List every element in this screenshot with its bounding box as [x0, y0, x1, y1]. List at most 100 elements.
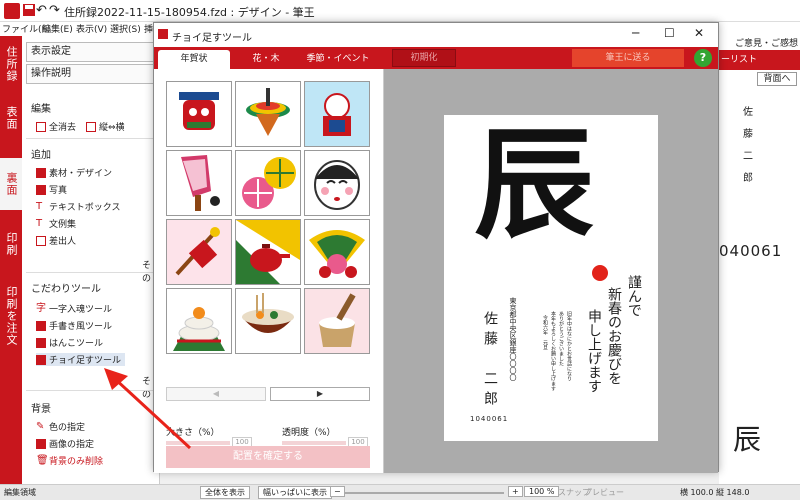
tool-one-char[interactable]: 字一字入魂ツール	[36, 302, 112, 315]
tab-order-print[interactable]: 印刷を注文	[0, 286, 22, 346]
preview-toggle[interactable]: プレビュー	[584, 487, 624, 498]
menu-view[interactable]: 表示(V)	[76, 22, 107, 35]
card-message-4: 令和六年 元旦	[542, 315, 548, 350]
choi-tasu-icon	[36, 354, 46, 365]
window-title: 住所録2022-11-15-180954.fzd : デザイン - 筆王	[64, 6, 315, 19]
paper-size: 横 100.0 縦 148.0	[680, 488, 750, 497]
reset-button[interactable]: 初期化	[392, 49, 456, 67]
tool-handwriting[interactable]: 手書き風ツール	[36, 319, 112, 332]
preview-postal: 040061	[719, 242, 783, 260]
card-message-2: ありがとうございました	[558, 311, 564, 366]
one-char-icon: 字	[36, 302, 46, 314]
fit-width-button[interactable]: 幅いっぱいに表示	[258, 486, 332, 499]
right-panel: ご意見・ご感想 ーリスト 背面へ 佐藤二郎 040061 辰	[719, 36, 800, 488]
add-item-sender[interactable]: 差出人	[36, 234, 76, 247]
edit-heading: 編集	[31, 104, 51, 115]
operation-guide-button[interactable]: 操作説明	[26, 64, 156, 84]
close-icon[interactable]: ✕	[694, 26, 704, 40]
opacity-label: 透明度（%）	[282, 428, 336, 438]
postcard-preview: 辰 謹んで 新春のお慶びを 申し上げます 旧年中はなにかとお世話になり ありがと…	[444, 115, 658, 441]
vertical-horizontal-item[interactable]: 縦⇔横	[86, 120, 125, 133]
tile-okame-mask[interactable]	[304, 150, 370, 216]
status-area-label: 編集領域	[4, 488, 36, 497]
maximize-icon[interactable]: ☐	[664, 26, 675, 40]
card-greeting-2: 新春のお慶びを	[606, 287, 622, 385]
display-settings-button[interactable]: 表示設定	[26, 42, 156, 62]
divider	[26, 138, 156, 139]
bg-image-item[interactable]: 画像の指定	[36, 437, 94, 450]
tile-teapot[interactable]	[235, 219, 301, 285]
add-item-textbox[interactable]: T テキストボックス	[36, 200, 120, 213]
dialog-title-bar: チョイ足すツール ─ ☐ ✕	[154, 23, 718, 47]
status-bar: 編集領域 全体を表示 幅いっぱいに表示 − + 100 % スナップ プレビュー…	[0, 484, 800, 500]
special-tools-heading: こだわりツール	[31, 284, 101, 295]
tab-seasons-events[interactable]: 季節・イベント	[302, 50, 374, 69]
background-heading: 背景	[31, 404, 51, 415]
card-big-character: 辰	[474, 114, 594, 255]
card-address: 東京都中央区銀座〇〇〇〇	[509, 297, 517, 381]
brush-icon: ✎	[36, 420, 45, 432]
redo-icon[interactable]: ↷	[49, 3, 65, 19]
dialog-toolbar: 年賀状 花・木 季節・イベント 初期化 筆王に送る ?	[154, 47, 718, 69]
help-button[interactable]: ?	[694, 49, 712, 67]
tile-koma[interactable]	[235, 81, 301, 147]
app-icon	[4, 3, 20, 19]
card-message-3: 本年もよろしくお願い申し上げます	[550, 311, 556, 391]
tab-address-book[interactable]: 住所録	[0, 40, 22, 88]
tile-shishimai[interactable]	[166, 81, 232, 147]
tile-fan-flowers[interactable]	[304, 219, 370, 285]
send-to-fudeo-button[interactable]: 筆王に送る	[572, 49, 684, 67]
add-heading: 追加	[31, 150, 51, 161]
zoom-slider[interactable]	[344, 492, 504, 494]
add-item-photo[interactable]: 写真	[36, 183, 67, 196]
zoom-out-button[interactable]: −	[330, 486, 345, 497]
dialog-title: チョイ足すツール	[172, 33, 252, 44]
zoom-in-button[interactable]: +	[508, 486, 523, 497]
opacity-slider[interactable]	[282, 441, 346, 445]
add-item-material[interactable]: 素材・デザイン	[36, 166, 112, 179]
zoom-value[interactable]: 100 %	[524, 486, 560, 497]
tile-temari[interactable]	[235, 150, 301, 216]
send-back-button[interactable]: 背面へ	[757, 72, 797, 86]
tab-back[interactable]: 裏面	[0, 158, 22, 210]
title-bar: ↶ ↷ 住所録2022-11-15-180954.fzd : デザイン - 筆王	[0, 0, 800, 22]
menu-edit[interactable]: 編集(E)	[42, 22, 73, 35]
delete-all-item[interactable]: 全消去	[36, 120, 76, 133]
add-item-sentence[interactable]: T 文例集	[36, 217, 76, 230]
sender-icon	[36, 235, 46, 246]
textbox-icon: T	[36, 200, 43, 212]
tile-kite-doll[interactable]	[304, 81, 370, 147]
card-greeting-1: 謹んで	[626, 275, 642, 317]
card-greeting-3: 申し上げます	[586, 309, 602, 393]
next-page-button[interactable]: ▶	[270, 387, 370, 401]
list-tab[interactable]: ーリスト	[719, 50, 800, 70]
card-postal: 1040061	[470, 415, 509, 423]
tile-hagoita[interactable]	[166, 150, 232, 216]
fit-all-button[interactable]: 全体を表示	[200, 486, 250, 499]
card-message-1: 旧年中はなにかとお世話になり	[566, 311, 572, 381]
tile-hamaya[interactable]	[166, 219, 232, 285]
menu-insert[interactable]: 挿	[144, 22, 153, 35]
tile-kagamimochi[interactable]	[166, 288, 232, 354]
tool-stamp[interactable]: はんこツール	[36, 336, 103, 349]
dialog-app-icon	[158, 29, 168, 39]
bg-color-item[interactable]: ✎ 色の指定	[36, 420, 85, 433]
tab-print[interactable]: 印刷	[0, 222, 22, 266]
sentence-icon: T	[36, 217, 43, 229]
tab-flowers-trees[interactable]: 花・木	[234, 50, 298, 69]
stamp-icon	[36, 337, 46, 348]
divider	[26, 272, 156, 273]
annotation-arrow	[104, 368, 192, 450]
image-icon	[36, 438, 46, 449]
card-name: 佐藤 二郎	[482, 311, 498, 411]
tile-ozoni[interactable]	[235, 288, 301, 354]
preview-name: 佐藤二郎	[743, 107, 753, 184]
feedback-button[interactable]: ご意見・ご感想	[719, 36, 800, 50]
left-tab-strip: 住所録 表面 裏面 印刷 印刷を注文	[0, 36, 22, 488]
menu-select[interactable]: 選択(S)	[110, 22, 141, 35]
tab-new-year[interactable]: 年賀状	[158, 50, 230, 69]
tab-front[interactable]: 表面	[0, 98, 22, 138]
choi-tasu-dialog: チョイ足すツール ─ ☐ ✕ 年賀状 花・木 季節・イベント 初期化 筆王に送る…	[153, 22, 719, 473]
minimize-icon[interactable]: ─	[632, 26, 639, 40]
tile-mochitsuki[interactable]	[304, 288, 370, 354]
